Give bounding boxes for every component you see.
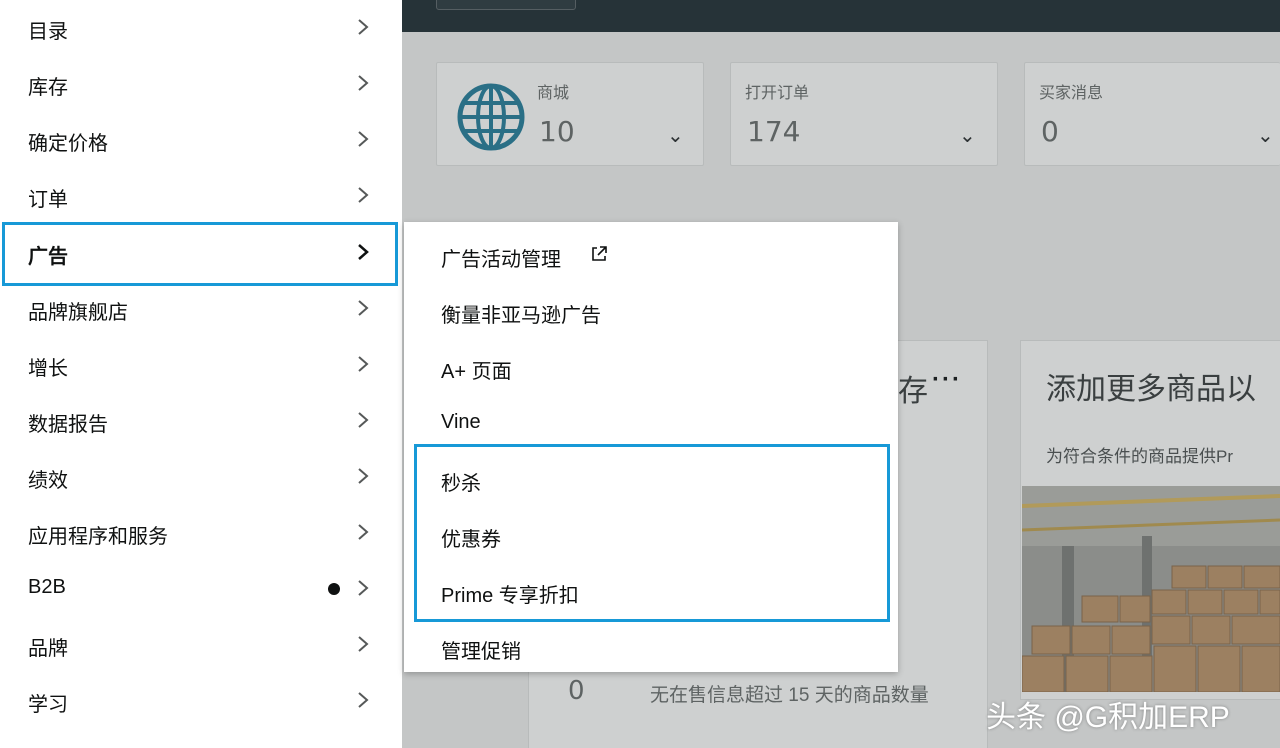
chevron-right-icon <box>358 412 369 428</box>
metric-value: 10 <box>539 115 575 148</box>
metric-card-open-orders[interactable]: 打开订单 174 ⌄ <box>730 62 998 166</box>
submenu-lightning-deals[interactable]: 秒杀 <box>404 450 898 506</box>
submenu-item-label: 广告活动管理 <box>441 249 561 271</box>
nav-item-growth[interactable]: 增长 <box>0 337 402 393</box>
submenu-item-label: 衡量非亚马逊广告 <box>441 305 601 327</box>
advertising-submenu: 广告活动管理 衡量非亚马逊广告 A+ 页面 Vine 秒杀 优惠券 Prime … <box>404 222 898 672</box>
stale-listing-label: 无在售信息超过 15 天的商品数量 <box>650 685 929 706</box>
chevron-right-icon <box>358 19 369 35</box>
nav-item-reports[interactable]: 数据报告 <box>0 393 402 449</box>
nav-item-inventory[interactable]: 库存 <box>0 56 402 112</box>
submenu-item-label: A+ 页面 <box>441 361 512 383</box>
metric-card-buyer-messages[interactable]: 买家消息 0 ⌄ <box>1024 62 1280 166</box>
metric-value: 0 <box>1041 115 1059 148</box>
submenu-campaign-manager[interactable]: 广告活动管理 <box>404 226 898 282</box>
nav-item-label: 绩效 <box>28 470 68 492</box>
submenu-item-label: Vine <box>441 411 481 433</box>
nav-item-brand-store[interactable]: 品牌旗舰店 <box>0 281 402 337</box>
metric-label: 买家消息 <box>1039 85 1104 102</box>
chevron-right-icon <box>358 692 369 708</box>
promo-card-title: 添加更多商品以 <box>1046 373 1256 406</box>
notification-dot-icon <box>328 583 340 595</box>
nav-item-label: 库存 <box>28 77 68 99</box>
metric-value: 174 <box>747 115 801 148</box>
card-title-fragment: 存 <box>898 375 928 408</box>
nav-item-learn[interactable]: 学习 <box>0 673 402 729</box>
stale-listing-count: 0 <box>568 676 585 706</box>
submenu-non-amazon-ads[interactable]: 衡量非亚马逊广告 <box>404 282 898 338</box>
watermark-text: 头条 @G积加ERP <box>986 701 1230 734</box>
chevron-right-icon <box>358 187 369 203</box>
top-bar-tab <box>436 0 576 10</box>
nav-item-label: 广告 <box>28 246 68 268</box>
submenu-coupons[interactable]: 优惠券 <box>404 506 898 562</box>
nav-item-label: 学习 <box>28 694 68 716</box>
nav-item-label: 品牌旗舰店 <box>28 302 128 324</box>
main-nav-menu: 目录 库存 确定价格 订单 广告 品牌旗舰店 增长 数据报告 绩效 应用程序和服… <box>0 0 402 748</box>
metric-label: 商城 <box>537 85 570 102</box>
chevron-right-icon <box>358 131 369 147</box>
nav-item-pricing[interactable]: 确定价格 <box>0 112 402 168</box>
chevron-down-icon[interactable]: ⌄ <box>959 123 976 148</box>
warehouse-image <box>1022 486 1280 692</box>
nav-item-label: 订单 <box>28 189 68 211</box>
submenu-item-label: 秒杀 <box>441 473 481 495</box>
submenu-manage-promotions[interactable]: 管理促销 <box>404 618 898 674</box>
nav-item-label: 增长 <box>28 358 68 380</box>
promo-card-subtitle: 为符合条件的商品提供Pr <box>1046 447 1233 466</box>
nav-item-b2b[interactable]: B2B <box>0 561 402 617</box>
chevron-right-icon <box>358 356 369 372</box>
more-options-icon[interactable]: ··· <box>932 366 962 394</box>
metric-card-marketplace[interactable]: 商城 10 ⌄ <box>436 62 704 166</box>
chevron-right-icon <box>358 524 369 540</box>
nav-item-label: 品牌 <box>28 638 68 660</box>
nav-item-advertising[interactable]: 广告 <box>0 225 402 281</box>
submenu-item-label: 管理促销 <box>441 641 521 663</box>
nav-item-label: 应用程序和服务 <box>28 526 168 548</box>
chevron-right-icon <box>358 75 369 91</box>
submenu-item-label: 优惠券 <box>441 529 501 551</box>
metric-label: 打开订单 <box>745 85 810 102</box>
submenu-prime-exclusive-discounts[interactable]: Prime 专享折扣 <box>404 562 898 618</box>
chevron-right-icon <box>358 468 369 484</box>
chevron-right-icon <box>358 580 369 596</box>
globe-icon <box>457 83 525 151</box>
nav-item-orders[interactable]: 订单 <box>0 168 402 224</box>
nav-item-label: B2B <box>28 576 66 598</box>
nav-item-catalog[interactable]: 目录 <box>0 0 402 56</box>
submenu-item-label: Prime 专享折扣 <box>441 585 579 607</box>
nav-item-brand[interactable]: 品牌 <box>0 617 402 673</box>
chevron-right-icon <box>358 300 369 316</box>
nav-item-apps-services[interactable]: 应用程序和服务 <box>0 505 402 561</box>
chevron-down-icon[interactable]: ⌄ <box>667 123 684 148</box>
nav-item-label: 目录 <box>28 21 68 43</box>
external-link-icon <box>592 246 607 261</box>
chevron-down-icon[interactable]: ⌄ <box>1257 123 1274 148</box>
chevron-right-icon <box>358 636 369 652</box>
submenu-a-plus-content[interactable]: A+ 页面 <box>404 338 898 394</box>
nav-item-label: 数据报告 <box>28 414 108 436</box>
nav-item-performance[interactable]: 绩效 <box>0 449 402 505</box>
chevron-right-icon <box>358 244 369 260</box>
submenu-vine[interactable]: Vine <box>404 394 898 450</box>
nav-item-label: 确定价格 <box>28 133 108 155</box>
